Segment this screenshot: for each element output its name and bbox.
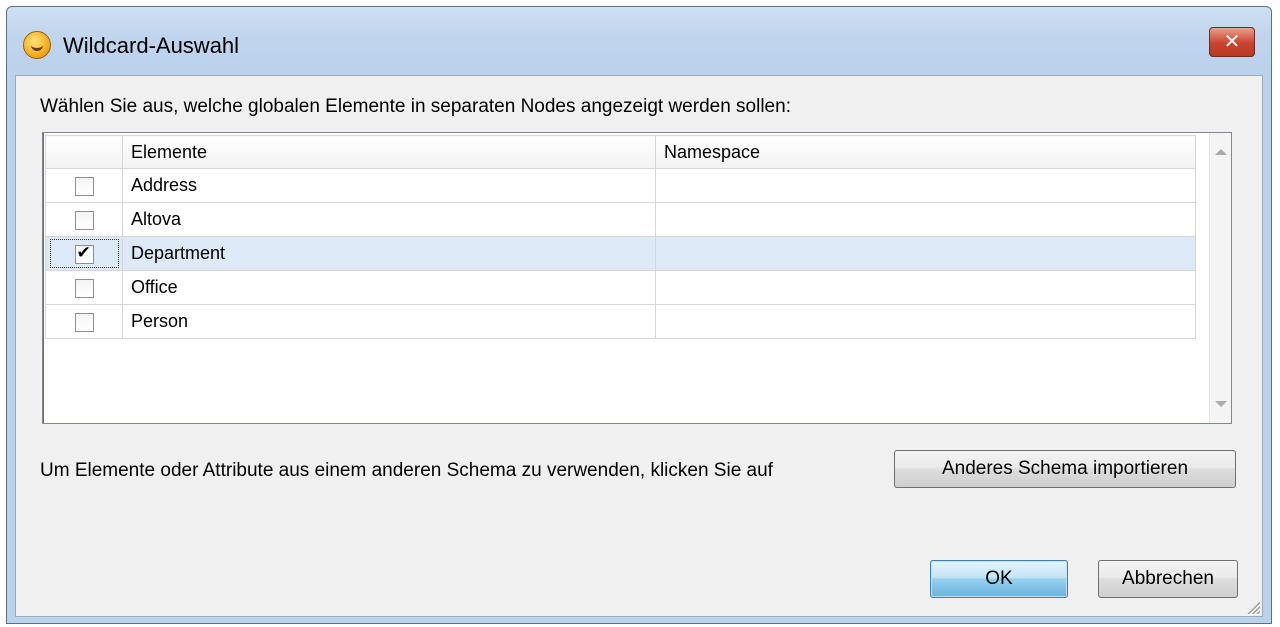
elements-list[interactable]: Elemente Namespace Address Altova ✔ Depa… [42,132,1232,424]
vertical-scrollbar[interactable] [1209,133,1231,423]
dialog-client-area: Wählen Sie aus, welche globalen Elemente… [15,75,1263,617]
checkbox-cell [45,168,123,203]
namespace-cell[interactable] [655,270,1196,305]
dialog-window: Wildcard-Auswahl ✕ Wählen Sie aus, welch… [6,6,1272,624]
table-header-row: Elemente Namespace [45,135,1196,169]
table-row-selected[interactable]: Department [45,236,1196,271]
header-checkbox-column[interactable] [45,135,123,169]
element-cell[interactable]: Address [122,168,656,203]
close-icon: ✕ [1223,31,1241,53]
import-schema-button[interactable]: Anderes Schema importieren [894,450,1236,488]
checkbox-department[interactable] [74,243,94,264]
element-cell[interactable]: Person [122,304,656,339]
element-cell[interactable]: Office [122,270,656,305]
checkbox-office[interactable] [74,278,94,298]
checkbox-cell [45,236,123,271]
header-elemente[interactable]: Elemente [122,135,656,169]
resize-grip-icon[interactable] [1244,598,1260,614]
element-cell[interactable]: Altova [122,202,656,237]
table-row[interactable]: Office [45,270,1196,305]
table-row[interactable]: Address [45,168,1196,203]
table-row[interactable]: Person [45,304,1196,339]
namespace-cell[interactable] [655,304,1196,339]
scroll-down-icon[interactable] [1215,401,1227,407]
ok-button[interactable]: OK [930,560,1068,598]
checkbox-altova[interactable] [74,210,94,230]
close-button[interactable]: ✕ [1209,27,1255,57]
import-hint-label: Um Elemente oder Attribute aus einem and… [40,460,773,481]
scroll-up-icon[interactable] [1215,149,1227,155]
header-namespace[interactable]: Namespace [655,135,1196,169]
namespace-cell[interactable] [655,236,1196,271]
checkbox-cell [45,270,123,305]
instruction-label: Wählen Sie aus, welche globalen Elemente… [40,96,791,117]
app-icon [23,31,51,59]
focus-rectangle [49,239,119,268]
namespace-cell[interactable] [655,202,1196,237]
elements-table: Elemente Namespace Address Altova ✔ Depa… [45,135,1196,339]
window-title: Wildcard-Auswahl [63,33,240,58]
namespace-cell[interactable] [655,168,1196,203]
checkbox-cell [45,304,123,339]
title-bar[interactable]: Wildcard-Auswahl ✕ [7,7,1271,75]
checkbox-cell [45,202,123,237]
table-row[interactable]: Altova [45,202,1196,237]
element-cell[interactable]: Department [122,236,656,271]
checkbox-address[interactable] [74,176,94,196]
cancel-button[interactable]: Abbrechen [1098,560,1238,598]
checkbox-person[interactable] [74,312,94,332]
